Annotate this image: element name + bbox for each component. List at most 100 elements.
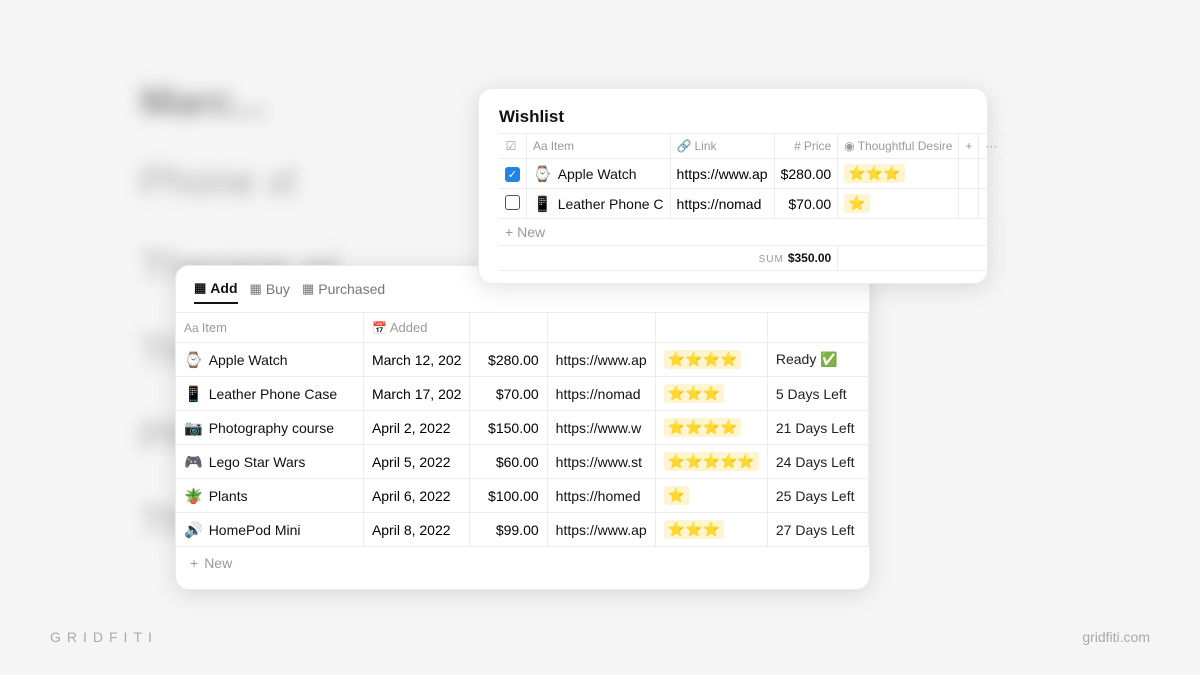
checkbox[interactable] xyxy=(505,195,520,210)
number-icon: # xyxy=(794,139,801,153)
item-countdown: Ready ✅ xyxy=(767,343,868,377)
table-row[interactable]: 🎮 Lego Star Wars April 5, 2022 $60.00 htt… xyxy=(176,445,869,479)
column-header-countdown[interactable] xyxy=(767,313,868,343)
plus-icon: + xyxy=(190,555,198,571)
item-icon: 🪴 xyxy=(184,487,203,505)
footer-url: gridfiti.com xyxy=(1082,629,1150,645)
column-header-desire[interactable] xyxy=(655,313,767,343)
item-icon: ⌚ xyxy=(184,351,203,369)
item-name: Lego Star Wars xyxy=(209,454,306,470)
item-link[interactable]: https://www.w xyxy=(547,411,655,445)
item-icon: 📱 xyxy=(184,385,203,403)
new-row[interactable]: + New xyxy=(499,219,1003,246)
item-icon: 🎮 xyxy=(184,453,203,471)
items-table: AaItem 📅Added ⌚ Apple Watch March 12, 202… xyxy=(176,312,869,547)
tab-buy[interactable]: ▦Buy xyxy=(250,280,290,304)
column-header-item[interactable]: AaItem xyxy=(176,313,363,343)
column-header-price[interactable]: #Price xyxy=(774,134,838,159)
table-row[interactable]: 🪴 Plants April 6, 2022 $100.00 https://ho… xyxy=(176,479,869,513)
item-added: April 5, 2022 xyxy=(363,445,470,479)
table-row[interactable]: 🔊 HomePod Mini April 8, 2022 $99.00 https… xyxy=(176,513,869,547)
item-name: Apple Watch xyxy=(209,352,288,368)
item-price: $280.00 xyxy=(774,159,838,189)
item-desire: ⭐ xyxy=(838,189,959,219)
item-icon: 📱 xyxy=(533,195,552,213)
item-link[interactable]: https://nomad xyxy=(670,189,774,219)
table-row[interactable]: ✓ ⌚Apple Watch https://www.ap $280.00 ⭐⭐… xyxy=(499,159,1003,189)
select-icon: ◉ xyxy=(844,139,854,153)
item-desire: ⭐ xyxy=(655,479,767,513)
item-added: April 2, 2022 xyxy=(363,411,470,445)
item-link[interactable]: https://nomad xyxy=(547,377,655,411)
plus-icon: + xyxy=(505,224,517,240)
wishlist-summary-panel: Wishlist ☑ AaItem 🔗Link #Price ◉Thoughtf… xyxy=(478,88,988,284)
table-row[interactable]: ⌚Apple Watch March 12, 202 $280.00 https… xyxy=(176,343,869,377)
item-price: $70.00 xyxy=(774,189,838,219)
item-countdown: 25 Days Left xyxy=(767,479,868,513)
checkbox[interactable]: ✓ xyxy=(505,167,520,182)
item-desire: ⭐⭐⭐ xyxy=(655,377,767,411)
column-header-link[interactable] xyxy=(547,313,655,343)
table-icon: ▦ xyxy=(250,281,262,297)
column-header-check[interactable]: ☑ xyxy=(499,134,527,159)
table-icon: ▦ xyxy=(302,281,314,297)
table-row[interactable]: 📱Leather Phone Case March 17, 202 $70.00… xyxy=(176,377,869,411)
item-countdown: 5 Days Left xyxy=(767,377,868,411)
item-countdown: 21 Days Left xyxy=(767,411,868,445)
sum-row: SUM $350.00 xyxy=(499,246,1003,271)
item-name: Plants xyxy=(209,488,248,504)
tab-label: Purchased xyxy=(318,281,385,297)
plus-icon: + xyxy=(965,139,972,153)
more-columns[interactable]: ··· xyxy=(979,134,1004,159)
item-desire: ⭐⭐⭐⭐ xyxy=(655,411,767,445)
item-desire: ⭐⭐⭐⭐⭐ xyxy=(655,445,767,479)
tab-label: Add xyxy=(210,280,237,296)
sum-label: SUM xyxy=(759,254,784,265)
item-price: $99.00 xyxy=(470,513,547,547)
item-countdown: 24 Days Left xyxy=(767,445,868,479)
sum-value: $350.00 xyxy=(788,251,831,265)
item-price: $60.00 xyxy=(470,445,547,479)
item-price: $150.00 xyxy=(470,411,547,445)
item-icon: 🔊 xyxy=(184,521,203,539)
item-link[interactable]: https://www.ap xyxy=(547,513,655,547)
tab-label: Buy xyxy=(266,281,290,297)
table-icon: ▦ xyxy=(194,280,206,296)
item-price: $70.00 xyxy=(470,377,547,411)
item-price: $100.00 xyxy=(470,479,547,513)
wishlist-items-panel: ▦Add ▦Buy ▦Purchased AaItem 📅Added ⌚Appl… xyxy=(175,265,870,590)
item-link[interactable]: https://www.ap xyxy=(670,159,774,189)
item-desire: ⭐⭐⭐⭐ xyxy=(655,343,767,377)
table-row[interactable]: 📷Photography course April 2, 2022 $150.0… xyxy=(176,411,869,445)
link-icon: 🔗 xyxy=(677,139,692,153)
item-link[interactable]: https://homed xyxy=(547,479,655,513)
new-row-button[interactable]: +New xyxy=(176,547,869,579)
item-name: Leather Phone C xyxy=(558,196,664,212)
item-desire: ⭐⭐⭐ xyxy=(655,513,767,547)
wishlist-table: ☑ AaItem 🔗Link #Price ◉Thoughtful Desire… xyxy=(499,133,1004,271)
text-icon: Aa xyxy=(533,139,548,153)
tab-add[interactable]: ▦Add xyxy=(194,280,238,304)
item-name: Leather Phone Case xyxy=(209,386,337,402)
item-link[interactable]: https://www.ap xyxy=(547,343,655,377)
ellipsis-icon: ··· xyxy=(985,139,997,153)
item-desire: ⭐⭐⭐ xyxy=(838,159,959,189)
column-header-added[interactable]: 📅Added xyxy=(363,313,470,343)
column-header-price[interactable] xyxy=(470,313,547,343)
item-added: March 12, 202 xyxy=(363,343,470,377)
add-column[interactable]: + xyxy=(959,134,979,159)
item-added: April 8, 2022 xyxy=(363,513,470,547)
item-link[interactable]: https://www.st xyxy=(547,445,655,479)
calendar-icon: 📅 xyxy=(372,321,387,335)
table-header-row: AaItem 📅Added xyxy=(176,313,869,343)
item-added: April 6, 2022 xyxy=(363,479,470,513)
tab-purchased[interactable]: ▦Purchased xyxy=(302,280,385,304)
column-header-desire[interactable]: ◉Thoughtful Desire xyxy=(838,134,959,159)
footer-brand: GRIDFITI xyxy=(50,629,158,645)
column-header-item[interactable]: AaItem xyxy=(527,134,671,159)
item-name: HomePod Mini xyxy=(209,522,301,538)
item-name: Photography course xyxy=(209,420,334,436)
column-header-link[interactable]: 🔗Link xyxy=(670,134,774,159)
table-row[interactable]: 📱 Leather Phone C https://nomad $70.00 ⭐ xyxy=(499,189,1003,219)
checkbox-icon: ☑ xyxy=(506,139,517,153)
